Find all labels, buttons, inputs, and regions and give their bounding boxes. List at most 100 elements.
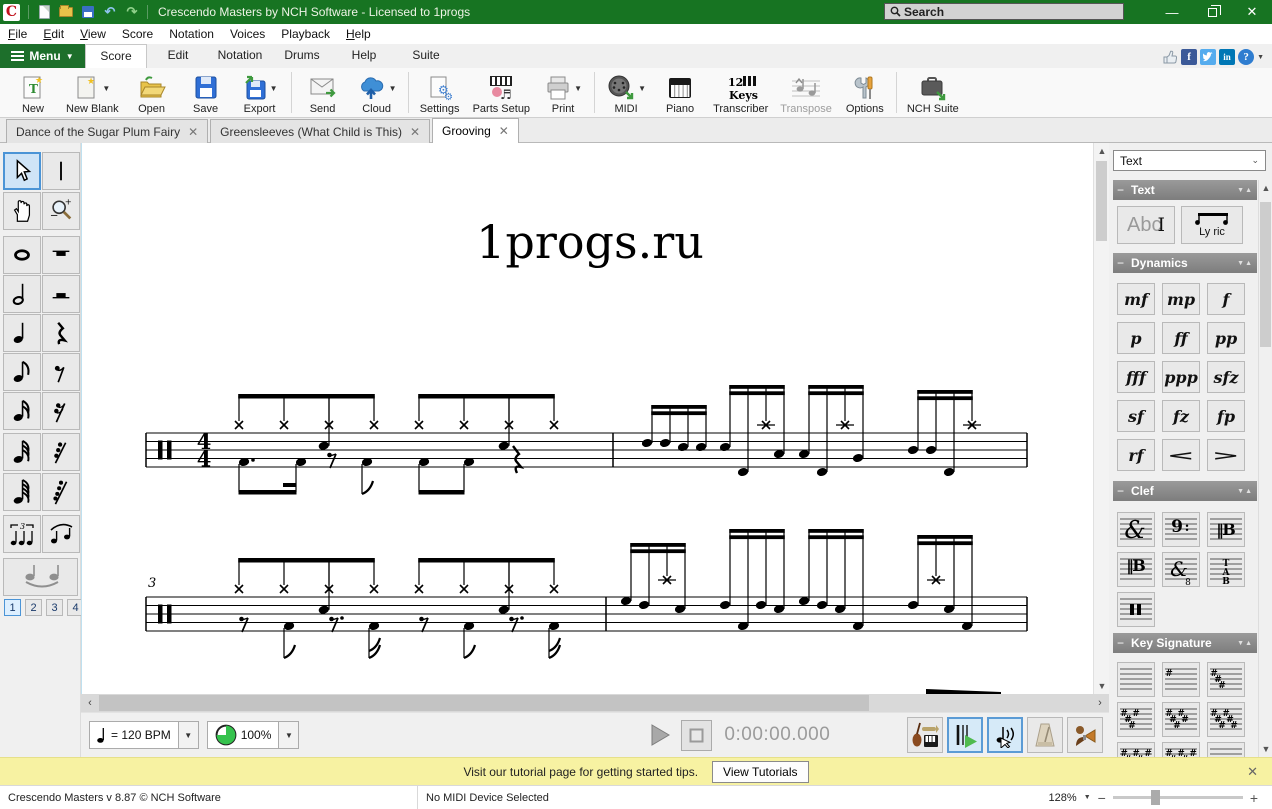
half-rest-tool[interactable] xyxy=(42,275,80,313)
dynamic-ppp-button[interactable]: ppp xyxy=(1162,361,1200,393)
key-signature-6-sharps-button[interactable]: ###### xyxy=(1207,702,1245,737)
minimize-button[interactable]: — xyxy=(1152,0,1192,24)
save-button[interactable]: Save xyxy=(179,68,233,117)
like-icon[interactable] xyxy=(1162,49,1178,65)
voice-3-button[interactable]: 3 xyxy=(46,599,63,616)
dynamic-sfz-button[interactable]: sfz xyxy=(1207,361,1245,393)
section-arrows-icon[interactable]: ▼▲ xyxy=(1237,640,1253,647)
collapse-icon[interactable]: − xyxy=(1117,636,1124,650)
close-icon[interactable]: ✕ xyxy=(499,124,509,138)
dynamic-fff-button[interactable]: fff xyxy=(1117,361,1155,393)
linkedin-icon[interactable]: in xyxy=(1219,49,1235,65)
collapse-icon[interactable]: − xyxy=(1117,183,1124,197)
restore-button[interactable] xyxy=(1192,0,1232,24)
close-icon[interactable]: ✕ xyxy=(1247,764,1258,780)
transcriber-button[interactable]: 12Keys Transcriber xyxy=(707,68,774,117)
scrollbar-thumb[interactable] xyxy=(99,695,869,711)
voice-2-button[interactable]: 2 xyxy=(25,599,42,616)
search-input[interactable]: Search xyxy=(884,3,1124,20)
doc-tab[interactable]: Dance of the Sugar Plum Fairy✕ xyxy=(6,119,208,143)
view-tutorials-button[interactable]: View Tutorials xyxy=(712,761,808,783)
clef-section-header[interactable]: − Clef ▼▲ xyxy=(1113,481,1257,501)
scroll-up-icon[interactable]: ▲ xyxy=(1259,180,1272,196)
dropdown-arrow-icon[interactable]: ▼ xyxy=(270,84,278,93)
menu-file[interactable]: File xyxy=(0,25,35,43)
instruments-button[interactable] xyxy=(907,717,943,753)
collapse-icon[interactable]: − xyxy=(1117,484,1124,498)
speed-control[interactable]: 100% ▼ xyxy=(207,721,300,749)
key-signature-5-sharps-button[interactable]: ##### xyxy=(1162,702,1200,737)
dynamic-fp-button[interactable]: fp xyxy=(1207,400,1245,432)
dynamic-ff-button[interactable]: ff xyxy=(1162,322,1200,354)
main-menu-button[interactable]: Menu ▼ xyxy=(0,44,85,68)
zoom-in-icon[interactable]: + xyxy=(1250,790,1258,806)
section-arrows-icon[interactable]: ▼▲ xyxy=(1237,488,1253,495)
score-horizontal-scrollbar[interactable]: ‹ › xyxy=(81,694,1109,712)
doc-tab[interactable]: Greensleeves (What Child is This)✕ xyxy=(210,119,430,143)
tempo-dropdown-icon[interactable]: ▼ xyxy=(178,722,198,748)
note-sound-button[interactable] xyxy=(987,717,1023,753)
whole-rest-tool[interactable] xyxy=(42,236,80,274)
new-document-icon[interactable] xyxy=(35,4,53,20)
thirtysecond-note-tool[interactable] xyxy=(3,433,41,471)
zoom-slider-thumb[interactable] xyxy=(1151,790,1160,805)
menu-score[interactable]: Score xyxy=(114,25,161,43)
score-vertical-scrollbar[interactable]: ▲ ▼ xyxy=(1093,143,1109,694)
stop-button[interactable] xyxy=(681,720,712,751)
menu-voices[interactable]: Voices xyxy=(222,25,273,43)
section-arrows-icon[interactable]: ▼▲ xyxy=(1237,260,1253,267)
key-signature-3-sharps-button[interactable]: ### xyxy=(1207,662,1245,697)
menu-playback[interactable]: Playback xyxy=(273,25,338,43)
tab-help[interactable]: Help xyxy=(333,44,395,68)
scroll-up-icon[interactable]: ▲ xyxy=(1094,143,1110,159)
percussion-clef-button[interactable] xyxy=(1117,592,1155,627)
tab-score[interactable]: Score xyxy=(85,44,147,68)
dropdown-arrow-icon[interactable]: ▼ xyxy=(389,84,397,93)
export-button[interactable]: ▼ Export xyxy=(233,68,287,117)
sixtyfourth-rest-tool[interactable] xyxy=(42,473,80,511)
select-tool[interactable] xyxy=(3,152,41,190)
key-signature-0-sharps-button[interactable] xyxy=(1207,742,1245,757)
dynamic-p-button[interactable]: p xyxy=(1117,322,1155,354)
eighth-note-tool[interactable] xyxy=(3,353,41,391)
menu-view[interactable]: View xyxy=(72,25,114,43)
tab-notation[interactable]: Notation xyxy=(209,44,271,68)
treble-8-clef-button[interactable]: &8 xyxy=(1162,552,1200,587)
zoom-slider[interactable] xyxy=(1113,796,1243,799)
doc-tab-active[interactable]: Grooving✕ xyxy=(432,118,519,143)
bass-clef-button[interactable]: 9: xyxy=(1162,512,1200,547)
dynamic-mp-button[interactable]: mp xyxy=(1162,283,1200,315)
help-icon[interactable]: ? xyxy=(1238,49,1254,65)
settings-button[interactable]: ⚙⚙ Settings xyxy=(413,68,467,117)
key-signature-4-sharps-button[interactable]: #### xyxy=(1117,702,1155,737)
key-signature-7-sharps-button[interactable]: ####### xyxy=(1117,742,1155,757)
panel-category-select[interactable]: Text ⌄ xyxy=(1113,150,1266,171)
treble-clef-button[interactable]: & xyxy=(1117,512,1155,547)
close-icon[interactable]: ✕ xyxy=(188,125,198,139)
options-button[interactable]: Options xyxy=(838,68,892,117)
dropdown-arrow-icon[interactable]: ▼ xyxy=(102,84,110,93)
dynamic-decrescendo-button[interactable]: > xyxy=(1207,439,1245,471)
text-tool-button[interactable]: Abc I xyxy=(1117,206,1175,244)
dynamic-mf-button[interactable]: mf xyxy=(1117,283,1155,315)
pan-hand-tool[interactable] xyxy=(3,192,41,230)
sixteenth-note-tool[interactable] xyxy=(3,392,41,430)
eighth-rest-tool[interactable] xyxy=(42,353,80,391)
zoom-level[interactable]: 128% xyxy=(1049,792,1077,804)
alto-clef-button[interactable]: ‖B xyxy=(1207,512,1245,547)
sixteenth-rest-tool[interactable] xyxy=(42,392,80,430)
barline-tool[interactable] xyxy=(42,152,80,190)
half-note-tool[interactable] xyxy=(3,275,41,313)
slur-tool[interactable] xyxy=(42,515,80,553)
voice-1-button[interactable]: 1 xyxy=(4,599,21,616)
zoom-out-icon[interactable]: − xyxy=(1098,790,1106,806)
save-icon[interactable] xyxy=(79,4,97,20)
score-canvas[interactable]: 1progs.ru 443 xyxy=(81,143,1093,694)
menu-help[interactable]: Help xyxy=(338,25,379,43)
key-signature-0-sharps-button[interactable] xyxy=(1117,662,1155,697)
zoom-tool[interactable]: +− xyxy=(42,192,80,230)
quarter-rest-tool[interactable] xyxy=(42,314,80,352)
dropdown-arrow-icon[interactable]: ▼ xyxy=(638,84,646,93)
thirtysecond-rest-tool[interactable] xyxy=(42,433,80,471)
dynamic-crescendo-button[interactable]: < xyxy=(1162,439,1200,471)
